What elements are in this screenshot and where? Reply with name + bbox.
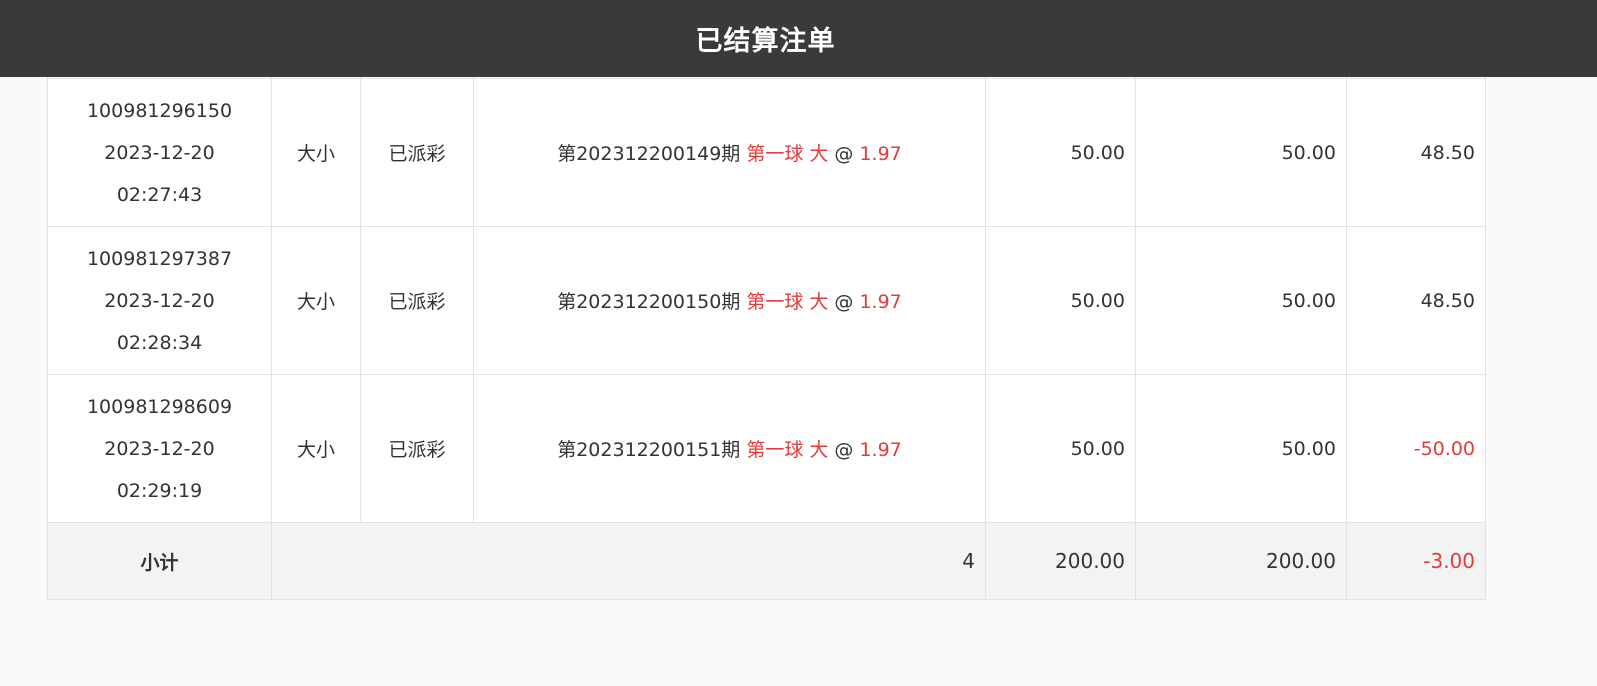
table-row: 100981296150 2023-12-20 02:27:43 大小 已派彩 第2023… <box>47 78 1486 227</box>
order-number: 100981297387 <box>86 247 233 270</box>
order-time: 02:27:43 <box>116 183 203 206</box>
subtotal-label: 小计 <box>47 522 272 600</box>
order-time: 02:29:19 <box>116 479 203 502</box>
subtotal-count: 4 <box>271 522 986 600</box>
table-row: 100981298609 2023-12-20 02:29:19 大小 已派彩 第2023… <box>47 374 1486 523</box>
settled-bets-table-wrapper: 2023-12-2002:26:43大小已派彩第202312200148期 第一… <box>47 0 1486 600</box>
issue-number: 第202312200151期 <box>557 439 741 461</box>
subtotal-bet-amount: 200.00 <box>985 522 1136 600</box>
win-loss-cell: 48.50 <box>1346 78 1486 227</box>
at-sign: @ <box>834 439 854 461</box>
order-info-cell: 100981297387 2023-12-20 02:28:34 <box>47 226 272 375</box>
bet-amount-cell: 50.00 <box>985 374 1136 523</box>
issue-number: 第202312200150期 <box>557 291 741 313</box>
order-date: 2023-12-20 <box>104 141 215 164</box>
order-date: 2023-12-20 <box>104 437 215 460</box>
subtotal-row: 小计 4 200.00 200.00 -3.00 <box>47 522 1486 600</box>
play-type-cell: 大小 <box>271 226 361 375</box>
order-info-cell: 100981296150 2023-12-20 02:27:43 <box>47 78 272 227</box>
play-type-cell: 大小 <box>271 78 361 227</box>
valid-amount-cell: 50.00 <box>1135 226 1347 375</box>
bet-odds: 1.97 <box>859 143 902 165</box>
win-loss-cell: 48.50 <box>1346 226 1486 375</box>
order-time: 02:28:34 <box>116 331 203 354</box>
win-loss-cell: -50.00 <box>1346 374 1486 523</box>
valid-amount-cell: 50.00 <box>1135 78 1347 227</box>
table-row: 100981297387 2023-12-20 02:28:34 大小 已派彩 第2023… <box>47 226 1486 375</box>
order-number: 100981298609 <box>86 395 233 418</box>
bet-amount-cell: 50.00 <box>985 78 1136 227</box>
settled-bets-page: 2023-12-2002:26:43大小已派彩第202312200148期 第一… <box>0 0 1597 686</box>
status-cell: 已派彩 <box>360 226 474 375</box>
top-header-bar: 已结算注单 <box>0 0 1597 77</box>
valid-amount-cell: 50.00 <box>1135 374 1347 523</box>
settled-bets-table: 2023-12-2002:26:43大小已派彩第202312200148期 第一… <box>47 0 1486 600</box>
order-date: 2023-12-20 <box>104 289 215 312</box>
bet-rows: 2023-12-2002:26:43大小已派彩第202312200148期 第一… <box>47 0 1486 523</box>
bet-pick: 第一球 大 <box>746 439 829 461</box>
status-cell: 已派彩 <box>360 374 474 523</box>
order-info-cell: 100981298609 2023-12-20 02:29:19 <box>47 374 272 523</box>
bet-amount-cell: 50.00 <box>985 226 1136 375</box>
bet-detail-cell: 第202312200151期 第一球 大 @ 1.97 <box>473 374 986 523</box>
bet-pick: 第一球 大 <box>746 291 829 313</box>
bet-odds: 1.97 <box>859 439 902 461</box>
bet-odds: 1.97 <box>859 291 902 313</box>
at-sign: @ <box>834 143 854 165</box>
play-type-cell: 大小 <box>271 374 361 523</box>
page-title: 已结算注单 <box>695 26 836 57</box>
at-sign: @ <box>834 291 854 313</box>
subtotal-valid-amount: 200.00 <box>1135 522 1347 600</box>
bet-pick: 第一球 大 <box>746 143 829 165</box>
bet-detail-cell: 第202312200149期 第一球 大 @ 1.97 <box>473 78 986 227</box>
order-number: 100981296150 <box>86 99 233 122</box>
subtotal-win-loss: -3.00 <box>1346 522 1486 600</box>
status-cell: 已派彩 <box>360 78 474 227</box>
issue-number: 第202312200149期 <box>557 143 741 165</box>
bet-detail-cell: 第202312200150期 第一球 大 @ 1.97 <box>473 226 986 375</box>
